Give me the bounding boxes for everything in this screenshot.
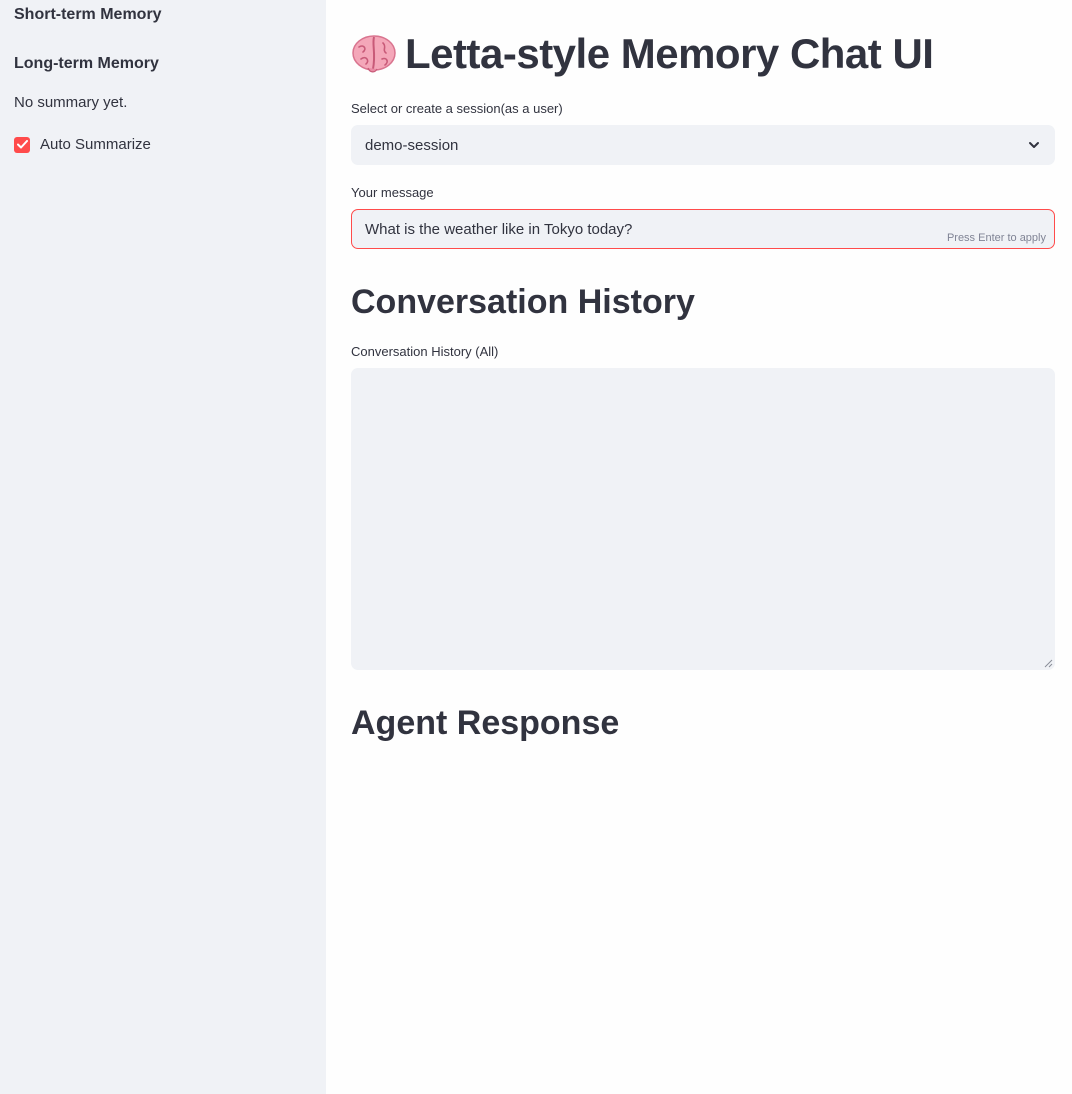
app-root: Short-term Memory Long-term Memory No su…	[0, 0, 1072, 1094]
conversation-history-label: Conversation History (All)	[351, 344, 499, 359]
session-select-label: Select or create a session(as a user)	[351, 101, 563, 116]
page-title-row: Letta-style Memory Chat UI	[351, 30, 934, 78]
chevron-down-icon[interactable]	[1027, 138, 1041, 152]
conversation-history-textarea[interactable]	[351, 368, 1055, 670]
press-enter-hint: Press Enter to apply	[946, 232, 1046, 244]
message-input[interactable]: What is the weather like in Tokyo today?…	[351, 209, 1055, 249]
message-input-value[interactable]: What is the weather like in Tokyo today?	[365, 221, 632, 238]
agent-response-heading: Agent Response	[351, 704, 620, 742]
short-term-memory-heading: Short-term Memory	[14, 6, 162, 23]
message-input-label: Your message	[351, 185, 434, 200]
brain-icon	[352, 35, 396, 73]
sidebar: Short-term Memory Long-term Memory No su…	[0, 0, 326, 1094]
main-content: Letta-style Memory Chat UI Select or cre…	[326, 0, 1072, 1094]
auto-summarize-label: Auto Summarize	[40, 136, 151, 153]
long-term-memory-heading: Long-term Memory	[14, 55, 159, 72]
conversation-history-heading: Conversation History	[351, 283, 695, 321]
auto-summarize-checkbox[interactable]: Auto Summarize	[14, 136, 151, 153]
session-select-value: demo-session	[365, 136, 459, 154]
session-select[interactable]: demo-session	[351, 125, 1055, 165]
resize-handle-icon[interactable]	[1044, 659, 1053, 668]
checkbox-checked-icon[interactable]	[14, 136, 30, 153]
summary-text: No summary yet.	[14, 94, 128, 111]
page-title: Letta-style Memory Chat UI	[405, 30, 934, 77]
